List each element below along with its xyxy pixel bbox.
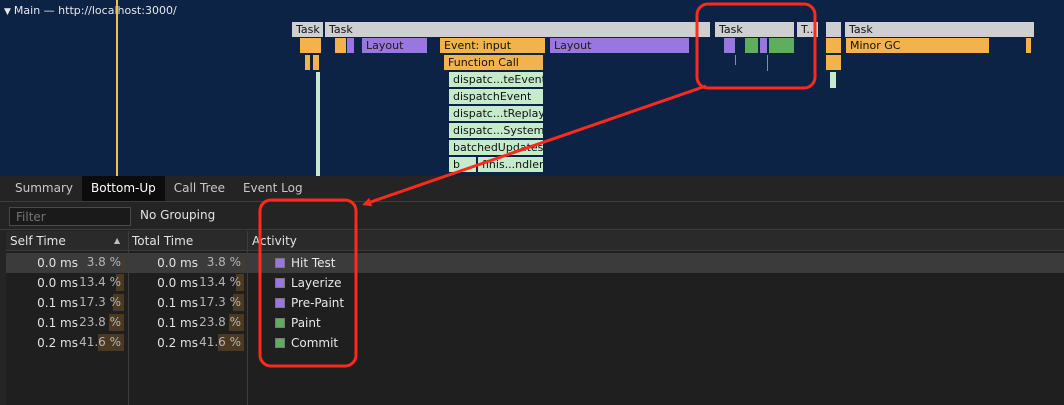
flame-chart[interactable]: ▼ Main — http://localhost:3000/ Task Task…: [0, 0, 1064, 176]
tab-summary[interactable]: Summary: [6, 176, 82, 201]
scripting-block[interactable]: [313, 55, 320, 70]
tab-event-log[interactable]: Event Log: [234, 176, 312, 201]
painting-sliver: [767, 55, 768, 71]
stack-frame[interactable]: dispatchEvent: [449, 89, 544, 104]
activity-name: Pre-Paint: [291, 296, 345, 310]
scripting-block[interactable]: [300, 38, 322, 53]
scripting-block[interactable]: [826, 55, 842, 70]
table-row[interactable]: 0.2 ms 41.6 % 0.2 ms 41.6 % Commit: [6, 333, 1064, 353]
layout-block[interactable]: Layout: [362, 38, 428, 53]
self-time-percent: 41.6 %: [79, 335, 121, 349]
scripting-block[interactable]: [826, 38, 842, 53]
expand-triangle-icon[interactable]: ▼: [4, 7, 11, 17]
minor-gc-block[interactable]: Minor GC: [846, 38, 990, 53]
self-time-percent: 13.4 %: [79, 275, 121, 289]
stack-frame[interactable]: finis...ndler: [478, 157, 544, 172]
task-block[interactable]: Task: [845, 22, 1035, 37]
rendering-block[interactable]: [724, 38, 736, 53]
header-total-time[interactable]: Total Time: [132, 234, 193, 248]
total-time-percent: 3.8 %: [206, 255, 241, 269]
stack-frame[interactable]: dispatc...tReplay: [449, 106, 544, 121]
details-tabs: Summary Bottom-Up Call Tree Event Log: [0, 176, 1064, 202]
main-thread-title[interactable]: ▼ Main — http://localhost:3000/: [4, 4, 177, 18]
table-row[interactable]: 0.1 ms 23.8 % 0.1 ms 23.8 % Paint: [6, 313, 1064, 333]
scripting-block[interactable]: [1026, 38, 1032, 53]
task-block[interactable]: Task: [292, 22, 324, 37]
table-header: Self Time ▲ Total Time Activity: [6, 231, 1064, 251]
scripting-block[interactable]: [335, 38, 347, 53]
header-activity[interactable]: Activity: [252, 234, 297, 248]
table-row[interactable]: 0.0 ms 13.4 % 0.0 ms 13.4 % Layerize: [6, 273, 1064, 293]
total-time-percent: 23.8 %: [199, 315, 241, 329]
painting-block[interactable]: [769, 38, 795, 53]
task-block-selected[interactable]: Task: [715, 22, 795, 37]
activity-name: Layerize: [291, 276, 342, 290]
scripting-sliver: [830, 72, 836, 88]
tab-bottom-up[interactable]: Bottom-Up: [82, 176, 165, 201]
total-time-percent: 17.3 %: [199, 295, 241, 309]
activity-name: Paint: [291, 316, 321, 330]
self-time-percent: 3.8 %: [86, 255, 121, 269]
event-input-block[interactable]: Event: input: [440, 38, 546, 53]
bottom-up-table: Self Time ▲ Total Time Activity 0.0 ms 3.…: [6, 231, 1064, 405]
activity-color-swatch: [275, 258, 285, 268]
painting-block[interactable]: [745, 38, 759, 53]
table-row[interactable]: 0.1 ms 17.3 % 0.1 ms 17.3 % Pre-Paint: [6, 293, 1064, 313]
filter-bar: No Grouping: [0, 202, 1064, 230]
activity-name: Commit: [291, 336, 339, 350]
rendering-sliver: [735, 55, 736, 65]
layout-block[interactable]: Layout: [550, 38, 690, 53]
sort-ascending-icon[interactable]: ▲: [114, 236, 120, 245]
total-time-percent: 41.6 %: [199, 335, 241, 349]
task-block[interactable]: Task: [325, 22, 711, 37]
self-time-percent: 23.8 %: [79, 315, 121, 329]
activity-name: Hit Test: [291, 256, 336, 270]
grouping-select[interactable]: No Grouping: [140, 208, 215, 222]
stack-frame[interactable]: batchedUpdates: [449, 140, 544, 155]
filter-input[interactable]: [9, 207, 131, 226]
header-self-time[interactable]: Self Time: [10, 234, 66, 248]
time-cursor: [116, 0, 118, 176]
task-block[interactable]: [826, 22, 842, 37]
stack-frame[interactable]: dispatc...teEvent: [449, 72, 544, 87]
total-time-percent: 13.4 %: [199, 275, 241, 289]
function-call-block[interactable]: Function Call: [444, 55, 544, 70]
activity-color-swatch: [275, 318, 285, 328]
stack-frame[interactable]: b: [449, 157, 477, 172]
rendering-block[interactable]: [347, 38, 355, 53]
scripting-sliver: [316, 72, 320, 176]
task-block[interactable]: T...: [797, 22, 819, 37]
stack-frame[interactable]: dispatc...System: [449, 123, 544, 138]
table-row[interactable]: 0.0 ms 3.8 % 0.0 ms 3.8 % Hit Test: [6, 253, 1064, 273]
activity-color-swatch: [275, 278, 285, 288]
activity-color-swatch: [275, 338, 285, 348]
activity-color-swatch: [275, 298, 285, 308]
self-time-percent: 17.3 %: [79, 295, 121, 309]
rendering-block[interactable]: [760, 38, 768, 53]
tab-call-tree[interactable]: Call Tree: [165, 176, 234, 201]
scripting-block[interactable]: [305, 55, 311, 70]
